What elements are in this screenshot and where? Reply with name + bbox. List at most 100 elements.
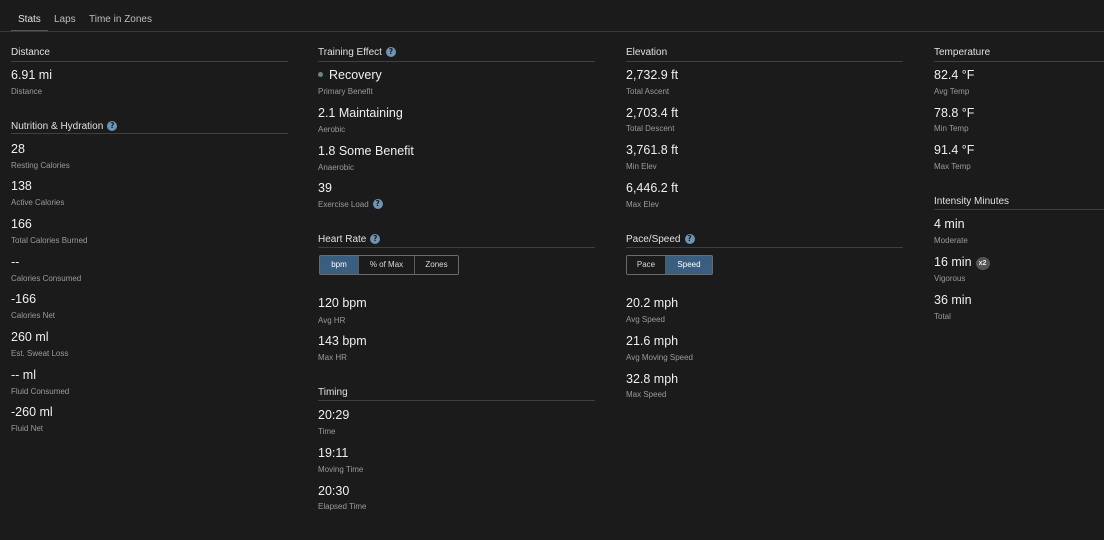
help-icon[interactable]: ? bbox=[372, 199, 383, 209]
min-elev-value: 3,761.8 ft bbox=[626, 143, 679, 157]
exercise-load-label: Exercise Load? bbox=[318, 199, 383, 209]
intensity-title: Intensity Minutes bbox=[934, 196, 1010, 207]
calories-consumed-label: Calories Consumed bbox=[11, 274, 82, 283]
pace-speed-divider bbox=[626, 247, 903, 248]
active-calories-label: Active Calories bbox=[11, 198, 65, 207]
training-effect-title-text: Training Effect bbox=[318, 47, 382, 58]
anaerobic-value: 1.8 Some Benefit bbox=[318, 144, 414, 158]
max-speed-label: Max Speed bbox=[626, 390, 667, 399]
total-ascent-value: 2,732.9 ft bbox=[626, 68, 679, 82]
fluid-net-label: Fluid Net bbox=[11, 424, 44, 433]
timing-divider bbox=[318, 400, 595, 401]
temperature-title: Temperature bbox=[934, 47, 991, 58]
primary-benefit-label: Primary Benefit bbox=[318, 87, 373, 96]
nutrition-title: Nutrition & Hydration? bbox=[11, 121, 118, 132]
aerobic-value: 2.1 Maintaining bbox=[318, 106, 403, 120]
vigorous-value-text: 16 min bbox=[934, 255, 972, 269]
help-icon[interactable]: ? bbox=[370, 234, 381, 244]
exercise-load-value: 39 bbox=[318, 181, 332, 195]
max-elev-label: Max Elev bbox=[626, 200, 659, 209]
moving-time-value: 19:11 bbox=[318, 446, 349, 460]
tab-time-in-zones[interactable]: Time in Zones bbox=[89, 14, 152, 25]
heart-rate-title: Heart Rate? bbox=[318, 234, 381, 245]
timing-title: Timing bbox=[318, 387, 348, 398]
avg-moving-speed-value: 21.6 mph bbox=[626, 334, 679, 348]
elapsed-time-label: Elapsed Time bbox=[318, 502, 367, 511]
calories-consumed-value: -- bbox=[11, 255, 20, 269]
temperature-divider bbox=[934, 61, 1104, 62]
avg-hr-value: 120 bpm bbox=[318, 296, 367, 310]
max-temp-value: 91.4 °F bbox=[934, 143, 975, 157]
min-temp-label: Min Temp bbox=[934, 124, 969, 133]
min-temp-value: 78.8 °F bbox=[934, 106, 975, 120]
avg-speed-value: 20.2 mph bbox=[626, 296, 679, 310]
fluid-net-value: -260 ml bbox=[11, 405, 53, 419]
max-hr-value: 143 bpm bbox=[318, 334, 367, 348]
tab-stats[interactable]: Stats bbox=[11, 14, 48, 31]
distance-title: Distance bbox=[11, 47, 50, 58]
pace-button[interactable]: Pace bbox=[627, 256, 666, 274]
training-effect-divider bbox=[318, 61, 595, 62]
exercise-load-label-text: Exercise Load bbox=[318, 200, 369, 209]
tab-laps[interactable]: Laps bbox=[54, 14, 76, 25]
distance-value: 6.91 mi bbox=[11, 68, 52, 82]
tab-bar: Stats Laps Time in Zones bbox=[0, 0, 1104, 32]
avg-moving-speed-label: Avg Moving Speed bbox=[626, 353, 694, 362]
max-speed-value: 32.8 mph bbox=[626, 372, 679, 386]
heart-rate-title-text: Heart Rate bbox=[318, 234, 367, 245]
sweat-loss-label: Est. Sweat Loss bbox=[11, 349, 69, 358]
training-effect-title: Training Effect? bbox=[318, 47, 396, 58]
calories-net-label: Calories Net bbox=[11, 311, 56, 320]
total-calories-label: Total Calories Burned bbox=[11, 236, 88, 245]
bpm-button[interactable]: bpm bbox=[320, 256, 359, 274]
fluid-consumed-value: -- ml bbox=[11, 368, 36, 382]
aerobic-label: Aerobic bbox=[318, 125, 346, 134]
total-descent-label: Total Descent bbox=[626, 124, 675, 133]
vigorous-label: Vigorous bbox=[934, 274, 966, 283]
heart-rate-toggle: bpm % of Max Zones bbox=[319, 255, 459, 275]
elevation-title: Elevation bbox=[626, 47, 668, 58]
pace-speed-toggle: Pace Speed bbox=[626, 255, 713, 275]
time-value: 20:29 bbox=[318, 408, 350, 422]
elevation-divider bbox=[626, 61, 903, 62]
total-calories-value: 166 bbox=[11, 217, 32, 231]
moving-time-label: Moving Time bbox=[318, 465, 364, 474]
help-icon[interactable]: ? bbox=[684, 234, 695, 244]
time-label: Time bbox=[318, 427, 336, 436]
primary-benefit-value: Recovery bbox=[318, 68, 382, 82]
active-calories-value: 138 bbox=[11, 179, 32, 193]
moderate-label: Moderate bbox=[934, 236, 968, 245]
total-intensity-value: 36 min bbox=[934, 293, 972, 307]
avg-hr-label: Avg HR bbox=[318, 316, 346, 325]
fluid-consumed-label: Fluid Consumed bbox=[11, 387, 70, 396]
total-ascent-label: Total Ascent bbox=[626, 87, 670, 96]
elapsed-time-value: 20:30 bbox=[318, 484, 350, 498]
max-hr-label: Max HR bbox=[318, 353, 347, 362]
avg-temp-value: 82.4 °F bbox=[934, 68, 975, 82]
pace-speed-title: Pace/Speed? bbox=[626, 234, 695, 245]
nutrition-divider bbox=[11, 133, 288, 134]
help-icon[interactable]: ? bbox=[107, 121, 118, 131]
pace-speed-title-text: Pace/Speed bbox=[626, 234, 681, 245]
min-elev-label: Min Elev bbox=[626, 162, 657, 171]
avg-temp-label: Avg Temp bbox=[934, 87, 970, 96]
help-icon[interactable]: ? bbox=[385, 47, 396, 57]
intensity-divider bbox=[934, 209, 1104, 210]
anaerobic-label: Anaerobic bbox=[318, 163, 355, 172]
heart-rate-divider bbox=[318, 247, 595, 248]
avg-speed-label: Avg Speed bbox=[626, 315, 665, 324]
max-elev-value: 6,446.2 ft bbox=[626, 181, 679, 195]
nutrition-title-text: Nutrition & Hydration bbox=[11, 121, 104, 132]
moderate-value: 4 min bbox=[934, 217, 965, 231]
speed-button[interactable]: Speed bbox=[666, 256, 712, 274]
resting-calories-label: Resting Calories bbox=[11, 161, 70, 170]
primary-benefit-text: Recovery bbox=[329, 68, 382, 82]
zones-button[interactable]: Zones bbox=[415, 256, 458, 274]
multiplier-badge: x2 bbox=[975, 257, 990, 270]
distance-label: Distance bbox=[11, 87, 43, 96]
calories-net-value: -166 bbox=[11, 292, 37, 306]
percent-of-max-button[interactable]: % of Max bbox=[359, 256, 415, 274]
total-intensity-label: Total bbox=[934, 312, 951, 321]
sweat-loss-value: 260 ml bbox=[11, 330, 49, 344]
vigorous-value: 16 min x2 bbox=[934, 255, 990, 270]
